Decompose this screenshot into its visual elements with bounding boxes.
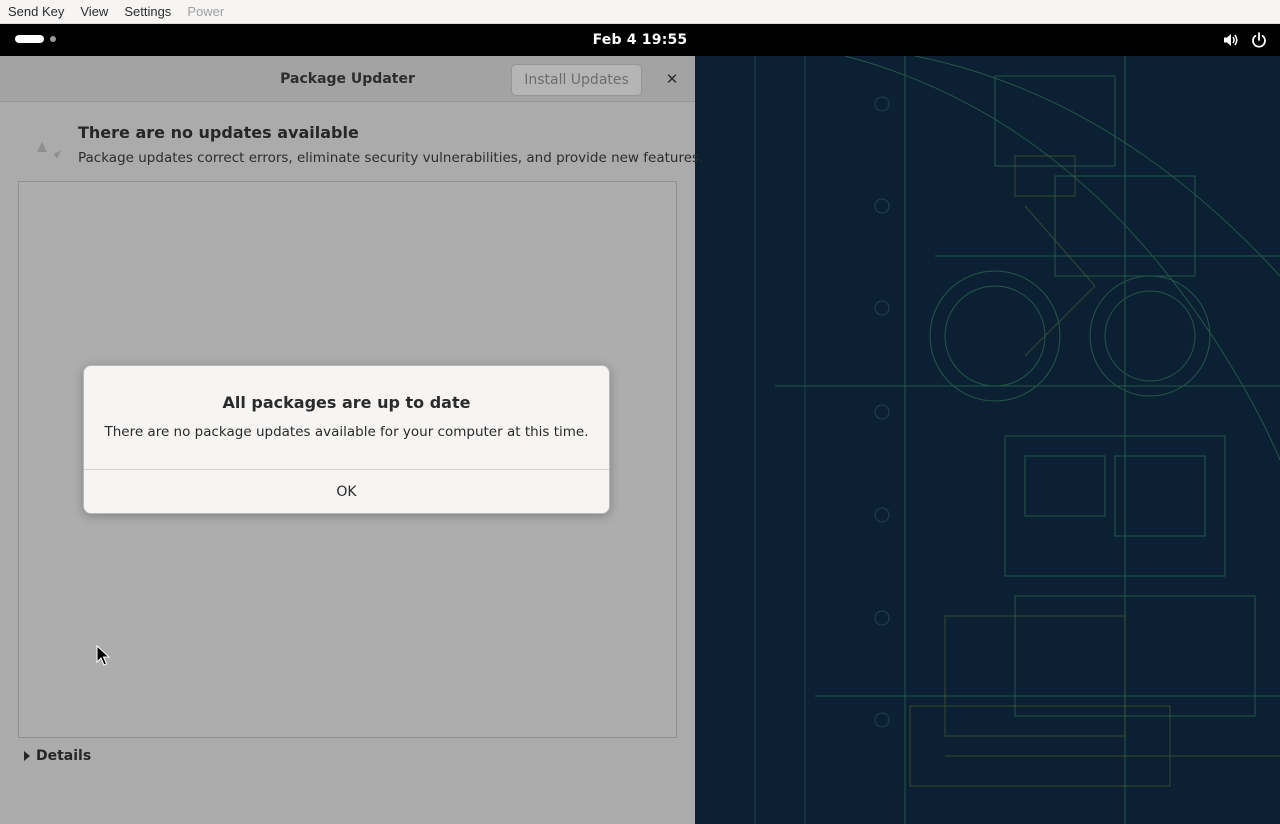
menu-settings[interactable]: Settings bbox=[116, 0, 179, 24]
power-icon[interactable] bbox=[1250, 31, 1268, 49]
volume-icon[interactable] bbox=[1222, 31, 1240, 49]
details-expander[interactable]: Details bbox=[22, 748, 91, 764]
mouse-pointer-icon bbox=[96, 645, 110, 666]
vm-menubar: Send Key View Settings Power bbox=[0, 0, 1280, 24]
expander-arrow-icon bbox=[24, 751, 30, 761]
install-updates-button[interactable]: Install Updates bbox=[511, 64, 642, 96]
dialog-title: All packages are up to date bbox=[222, 393, 471, 412]
dialog-message: There are no package updates available f… bbox=[104, 424, 589, 440]
gnome-top-bar: Feb 4 19:55 bbox=[0, 24, 1280, 56]
no-updates-status-icon bbox=[37, 142, 61, 159]
close-icon: ✕ bbox=[665, 70, 679, 88]
clock[interactable]: Feb 4 19:55 bbox=[0, 24, 1280, 56]
close-button[interactable]: ✕ bbox=[658, 65, 686, 93]
menu-send-key[interactable]: Send Key bbox=[0, 0, 72, 24]
menu-view[interactable]: View bbox=[72, 0, 116, 24]
ok-button[interactable]: OK bbox=[84, 469, 609, 513]
up-to-date-dialog: All packages are up to date There are no… bbox=[83, 365, 610, 514]
menu-power: Power bbox=[187, 3, 225, 19]
wallpaper-blueprint-art bbox=[695, 56, 1280, 824]
status-subtitle: Package updates correct errors, eliminat… bbox=[78, 150, 704, 166]
header-bar: Package Updater Install Updates ✕ bbox=[0, 56, 695, 102]
status-title: There are no updates available bbox=[78, 123, 359, 142]
system-tray[interactable] bbox=[1222, 31, 1268, 49]
desktop-wallpaper bbox=[695, 56, 1280, 824]
details-label: Details bbox=[36, 748, 92, 764]
